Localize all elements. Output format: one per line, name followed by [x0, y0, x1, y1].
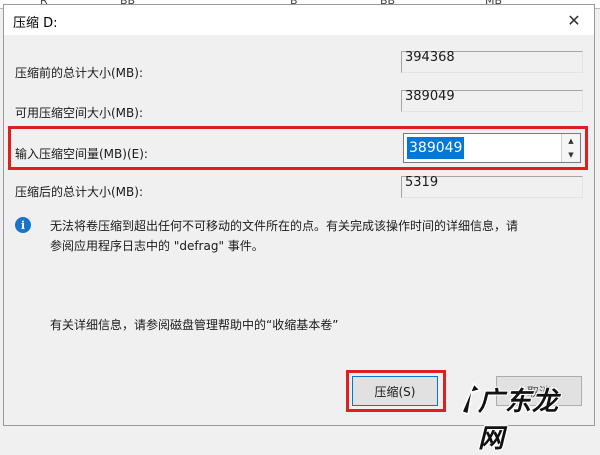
spin-buttons: ▲ ▼ — [561, 134, 580, 162]
total-size-after-label: 压缩后的总计大小(MB): — [15, 185, 143, 199]
total-size-after-value: 5319 — [405, 175, 439, 190]
close-icon: ✕ — [567, 10, 581, 30]
help-reference-text: 有关详细信息，请参阅磁盘管理帮助中的“收缩基本卷” — [50, 318, 339, 332]
info-message: 无法将卷压缩到超出任何不可移动的文件所在的点。有关完成该操作时间的详细信息，请 … — [50, 216, 585, 256]
close-button[interactable]: ✕ — [554, 5, 594, 35]
shrink-amount-spinbox[interactable]: 389049 ▲ ▼ — [403, 133, 581, 163]
available-shrink-space-value: 389049 — [405, 89, 455, 104]
triangle-up-icon: ▲ — [568, 137, 574, 145]
shrink-amount-input[interactable]: 389049 — [407, 137, 465, 159]
compress-button[interactable]: 压缩(S) — [352, 376, 438, 406]
total-size-before-field: 394368 — [401, 50, 583, 73]
dialog-title: 压缩 D: — [13, 16, 58, 31]
spin-down-button[interactable]: ▼ — [562, 148, 580, 162]
info-message-line: 参阅应用程序日志中的 "defrag" 事件。 — [50, 239, 264, 253]
spin-up-button[interactable]: ▲ — [562, 134, 580, 149]
watermark-text: 广东龙网 — [478, 387, 560, 454]
available-shrink-space-field: 389049 — [401, 89, 583, 112]
watermark-logo: 广东龙网 — [458, 378, 570, 454]
dialog-titlebar[interactable]: 压缩 D: ✕ — [4, 5, 594, 35]
info-icon: i — [15, 217, 31, 233]
triangle-down-icon: ▼ — [568, 151, 574, 159]
total-size-after-field: 5319 — [401, 175, 583, 198]
info-message-line: 无法将卷压缩到超出任何不可移动的文件所在的点。有关完成该操作时间的详细信息，请 — [50, 219, 519, 233]
available-shrink-space-label: 可用压缩空间大小(MB): — [15, 106, 143, 120]
shrink-amount-label: 输入压缩空间量(MB)(E): — [15, 147, 148, 161]
total-size-before-value: 394368 — [405, 50, 455, 65]
total-size-before-label: 压缩前的总计大小(MB): — [15, 66, 143, 80]
